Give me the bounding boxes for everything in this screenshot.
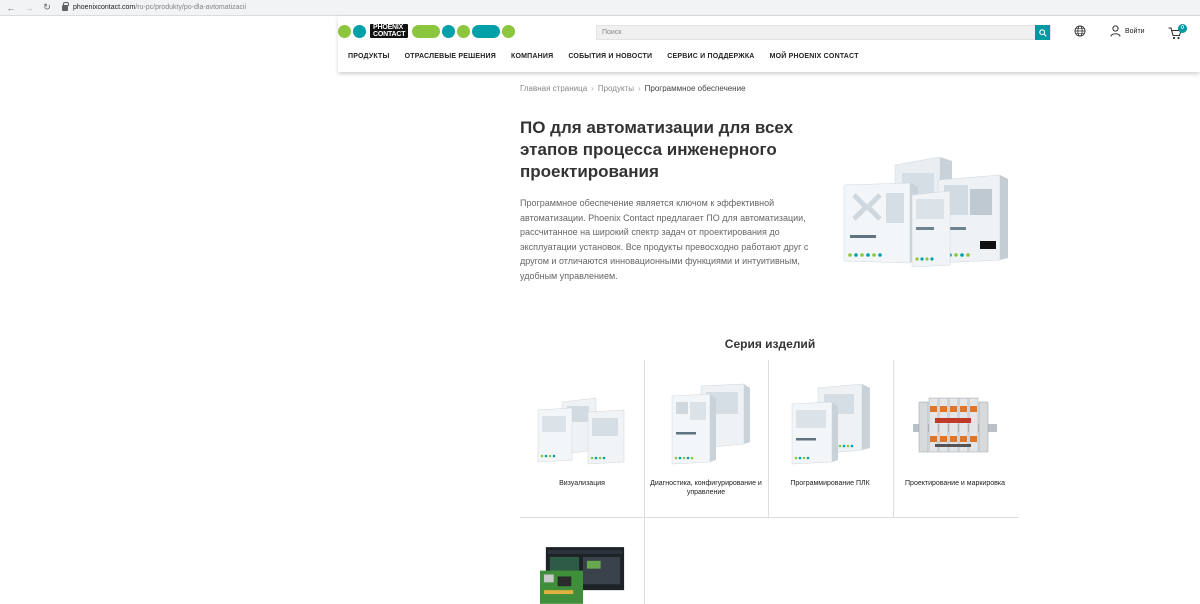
nav-service-support[interactable]: СЕРВИС И ПОДДЕРЖКА [667,53,754,60]
series-item-label: Диагностика, конфигурирование и управлен… [650,480,762,496]
back-arrow-icon[interactable]: ← [4,3,18,13]
forward-arrow-icon[interactable]: → [22,3,36,13]
search-input[interactable] [597,26,1035,39]
logo-dot-teal [353,24,366,38]
series-grid: Визуализация Диагностика, конфигурирован… [520,360,1019,604]
visualization-product-image [537,397,625,465]
search-bar [596,25,1051,40]
nav-events-news[interactable]: СОБЫТИЯ И НОВОСТИ [568,53,652,60]
breadcrumb-products[interactable]: Продукты [598,84,634,93]
logo-pill-teal [472,24,501,38]
reload-icon[interactable]: ↻ [40,2,54,13]
lock-icon [62,1,69,11]
series-item-label: Визуализация [559,480,605,487]
series-item-visualization[interactable]: Визуализация [520,360,644,517]
login-label: Войти [1125,27,1145,35]
breadcrumb: Главная страница › Продукты › Программно… [520,84,746,93]
phoenix-contact-logo[interactable]: PHOENIX CONTACT [338,23,516,39]
diagnostics-product-image [671,383,750,465]
series-item-plc-programming[interactable]: Программирование ПЛК [768,360,892,517]
url-domain: phoenixcontact.com [73,4,136,11]
software-screen-image [540,547,625,604]
series-item-extra[interactable] [520,517,644,604]
search-button[interactable] [1035,25,1050,40]
logo-text-line2: CONTACT [373,31,406,38]
browser-toolbar: ← → ↻ phoenixcontact.com/ru-pc/produkty/… [0,0,1200,16]
cart-count-badge: 0 [1178,24,1187,33]
series-item-label: Проектирование и маркировка [905,480,1005,487]
nav-company[interactable]: КОМПАНИЯ [511,53,553,60]
main-navigation: ПРОДУКТЫ ОТРАСЛЕВЫЕ РЕШЕНИЯ КОМПАНИЯ СОБ… [348,53,859,60]
logo-dot-green-2 [457,24,471,38]
page-intro-text: Программное обеспечение является ключом … [520,198,809,281]
login-link[interactable]: Войти [1110,25,1145,37]
site-header: PHOENIX CONTACT Войти [338,16,1200,72]
breadcrumb-home[interactable]: Главная страница [520,84,587,93]
search-icon [1038,28,1047,37]
software-boxes-image [843,156,1008,268]
logo-dot-green [338,24,351,38]
breadcrumb-current: Программное обеспечение [644,84,746,93]
address-bar[interactable]: phoenixcontact.com/ru-pc/produkty/po-dla… [62,1,247,11]
plc-programming-product-image [791,383,870,465]
page-title: ПО для автоматизации для всех этапов про… [520,118,794,181]
series-section-title: Серия изделий [724,337,816,351]
logo-dot-green-3 [502,24,516,38]
series-item-diagnostics[interactable]: Диагностика, конфигурирование и управлен… [644,360,768,517]
user-icon [1110,25,1121,37]
series-item-label: Программирование ПЛК [790,480,870,487]
nav-products[interactable]: ПРОДУКТЫ [348,53,390,60]
logo-dot-teal-2 [442,24,456,38]
chevron-right-icon: › [637,84,641,93]
logo-pill-green [412,24,441,38]
logo-wordmark: PHOENIX CONTACT [370,24,409,38]
cart-button[interactable]: 0 [1168,24,1187,40]
nav-industry-solutions[interactable]: ОТРАСЛЕВЫЕ РЕШЕНИЯ [405,53,496,60]
globe-icon[interactable] [1074,25,1086,37]
series-item-planning-marking[interactable]: Проектирование и маркировка [893,360,1017,517]
nav-my-phoenix-contact[interactable]: МОЙ PHOENIX CONTACT [770,53,859,60]
chevron-right-icon: › [591,84,594,93]
logo-text-line1: PHOENIX [373,24,404,31]
url-path: /ru-pc/produkty/po-dla-avtomatizacii [135,4,247,11]
terminal-blocks-image [913,397,997,453]
